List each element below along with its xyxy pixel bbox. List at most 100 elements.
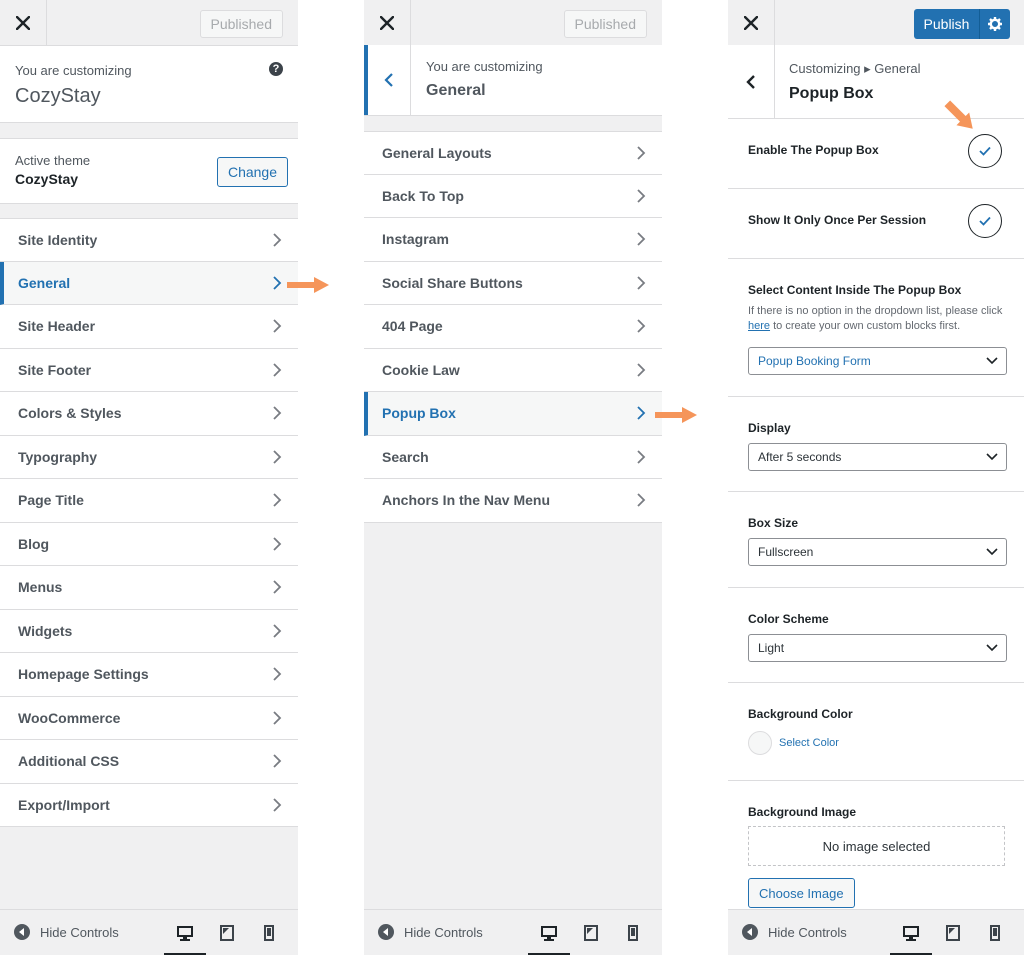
desktop-preview-button[interactable] <box>164 910 206 955</box>
chevron-right-icon <box>272 797 282 813</box>
close-button[interactable] <box>728 0 775 45</box>
menu-item-anchors-in-the-nav-menu[interactable]: Anchors In the Nav Menu <box>364 479 662 523</box>
menu-item-404-page[interactable]: 404 Page <box>364 305 662 349</box>
publish-settings-button[interactable] <box>980 17 1010 31</box>
header-bar: Publish <box>728 0 1024 46</box>
menu-item-popup-box[interactable]: Popup Box <box>364 392 662 436</box>
desktop-preview-button[interactable] <box>890 910 932 955</box>
tablet-preview-button[interactable] <box>206 910 248 955</box>
menu-item-cookie-law[interactable]: Cookie Law <box>364 348 662 392</box>
menu-item-instagram[interactable]: Instagram <box>364 218 662 262</box>
menu-item-label: 404 Page <box>382 318 443 335</box>
description-text: If there is no option in the dropdown li… <box>748 305 1003 317</box>
active-theme-name: CozyStay <box>15 171 79 187</box>
menu-item-colors-styles[interactable]: Colors & Styles <box>0 392 298 436</box>
menu-item-page-title[interactable]: Page Title <box>0 479 298 523</box>
image-placeholder: No image selected <box>748 826 1005 866</box>
select-color-button[interactable]: Select Color <box>779 737 839 749</box>
enable-popup-label: Enable The Popup Box <box>748 143 879 157</box>
collapse-icon <box>378 924 394 940</box>
box-size-option: Box Size Fullscreen <box>728 492 1024 588</box>
color-scheme-select[interactable]: Light <box>748 634 1007 662</box>
choose-image-button[interactable]: Choose Image <box>748 878 855 908</box>
section-title: General <box>426 82 486 99</box>
color-swatch[interactable] <box>748 731 772 755</box>
gear-icon <box>988 17 1002 31</box>
pointer-arrow-icon <box>944 100 973 129</box>
chevron-down-icon <box>986 644 998 652</box>
hide-controls-label: Hide Controls <box>404 924 483 940</box>
select-value: Light <box>758 641 785 655</box>
chevron-right-icon <box>272 579 282 595</box>
menu-item-additional-css[interactable]: Additional CSS <box>0 740 298 784</box>
close-icon <box>16 15 30 30</box>
menu-item-site-identity[interactable]: Site Identity <box>0 218 298 262</box>
menu-item-site-footer[interactable]: Site Footer <box>0 348 298 392</box>
menu-item-export-import[interactable]: Export/Import <box>0 783 298 827</box>
desktop-icon <box>903 925 919 941</box>
menu-item-label: Back To Top <box>382 187 464 204</box>
menu-item-homepage-settings[interactable]: Homepage Settings <box>0 653 298 697</box>
desktop-preview-button[interactable] <box>528 910 570 955</box>
menu-item-general[interactable]: General <box>0 261 298 305</box>
once-per-session-label: Show It Only Once Per Session <box>748 213 927 227</box>
box-size-select[interactable]: Fullscreen <box>748 538 1007 566</box>
once-per-session-option: Show It Only Once Per Session <box>728 189 1024 259</box>
popup-content-select[interactable]: Popup Booking Form <box>748 347 1007 375</box>
tablet-preview-button[interactable] <box>932 910 974 955</box>
change-theme-button[interactable]: Change <box>216 157 288 187</box>
color-scheme-option: Color Scheme Light <box>728 588 1024 683</box>
description-text: to create your own custom blocks first. <box>773 320 961 332</box>
chevron-right-icon <box>272 275 282 291</box>
menu-item-label: Page Title <box>18 492 84 509</box>
close-icon <box>744 15 758 30</box>
hide-controls-button[interactable]: Hide Controls <box>742 924 847 940</box>
menu-item-label: Popup Box <box>382 405 456 422</box>
mobile-icon <box>990 925 1000 941</box>
enable-popup-checkbox[interactable] <box>968 134 1002 168</box>
published-button[interactable]: Published <box>199 10 283 38</box>
tablet-preview-button[interactable] <box>570 910 612 955</box>
menu-item-widgets[interactable]: Widgets <box>0 609 298 653</box>
mobile-icon <box>628 925 638 941</box>
mobile-preview-button[interactable] <box>974 910 1016 955</box>
chevron-right-icon <box>272 318 282 334</box>
menu-item-general-layouts[interactable]: General Layouts <box>364 131 662 175</box>
menu-item-woocommerce[interactable]: WooCommerce <box>0 696 298 740</box>
published-button[interactable]: Published <box>563 10 647 38</box>
box-size-label: Box Size <box>748 516 799 530</box>
chevron-right-icon <box>272 623 282 639</box>
menu-item-search[interactable]: Search <box>364 435 662 479</box>
enable-popup-option: Enable The Popup Box <box>728 119 1024 189</box>
back-button[interactable] <box>364 45 411 115</box>
menu-item-social-share-buttons[interactable]: Social Share Buttons <box>364 261 662 305</box>
help-icon[interactable]: ? <box>269 62 283 76</box>
publish-button[interactable]: Publish <box>914 9 1010 39</box>
chevron-right-icon <box>636 231 646 247</box>
custom-blocks-link[interactable]: here <box>748 320 770 332</box>
chevron-right-icon <box>636 449 646 465</box>
menu-item-label: Menus <box>18 579 63 596</box>
hide-controls-button[interactable]: Hide Controls <box>378 924 483 940</box>
header-bar: Published <box>0 0 298 46</box>
chevron-down-icon <box>986 453 998 461</box>
menu-item-blog[interactable]: Blog <box>0 522 298 566</box>
display-select[interactable]: After 5 seconds <box>748 443 1007 471</box>
mobile-preview-button[interactable] <box>248 910 290 955</box>
menu-item-label: Cookie Law <box>382 361 460 378</box>
close-button[interactable] <box>364 0 411 45</box>
hide-controls-button[interactable]: Hide Controls <box>14 924 119 940</box>
back-button[interactable] <box>728 45 775 118</box>
customizing-info: You are customizing CozyStay ? <box>0 46 298 123</box>
chevron-right-icon <box>272 449 282 465</box>
menu-item-label: Instagram <box>382 231 449 248</box>
menu-item-menus[interactable]: Menus <box>0 566 298 610</box>
menu-item-site-header[interactable]: Site Header <box>0 305 298 349</box>
close-button[interactable] <box>0 0 47 45</box>
menu-item-back-to-top[interactable]: Back To Top <box>364 174 662 218</box>
once-per-session-checkbox[interactable] <box>968 204 1002 238</box>
menu-item-label: Search <box>382 448 429 465</box>
menu-item-label: Blog <box>18 535 50 552</box>
menu-item-typography[interactable]: Typography <box>0 435 298 479</box>
mobile-preview-button[interactable] <box>612 910 654 955</box>
